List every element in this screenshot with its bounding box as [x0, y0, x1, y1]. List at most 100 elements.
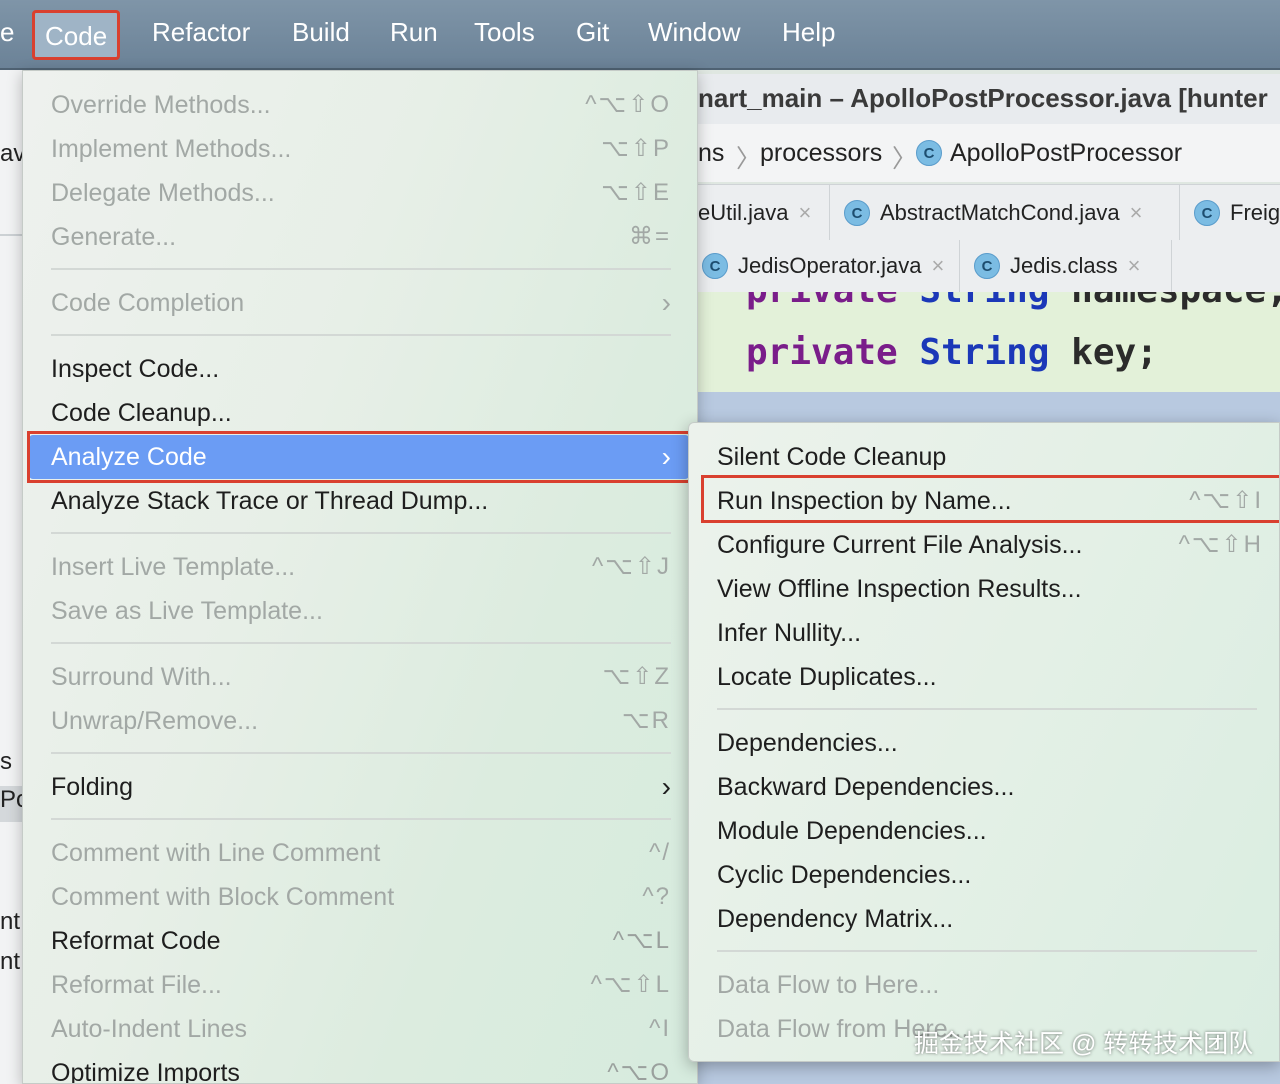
menu-help[interactable]: Help [782, 0, 835, 64]
menu-run[interactable]: Run [390, 0, 438, 64]
submenu-item-module-dependencies[interactable]: Module Dependencies... [697, 809, 1277, 853]
menu-item-reformat-code[interactable]: Reformat Code ^⌥L [29, 919, 689, 963]
shortcut-label: ^⌥⇧J [591, 553, 671, 580]
tab-label: Freig [1230, 200, 1280, 225]
submenu-item-silent-cleanup[interactable]: Silent Code Cleanup [697, 435, 1277, 479]
class-icon: C [974, 253, 1000, 279]
class-icon: C [916, 140, 942, 166]
submenu-item-offline-inspection[interactable]: View Offline Inspection Results... [697, 567, 1277, 611]
menu-item-surround-with[interactable]: Surround With... ⌥⇧Z [29, 655, 689, 699]
submenu-item-cyclic-dependencies[interactable]: Cyclic Dependencies... [697, 853, 1277, 897]
shortcut-label: ^⌥L [612, 927, 671, 954]
shortcut-label: ⌥R [622, 707, 671, 734]
menu-item-comment-block[interactable]: Comment with Block Comment ^? [29, 875, 689, 919]
menu-separator [51, 334, 671, 336]
submenu-item-data-flow-to-here[interactable]: Data Flow to Here... [697, 963, 1277, 1007]
submenu-item-backward-dependencies[interactable]: Backward Dependencies... [697, 765, 1277, 809]
code-line-namespace: private String namespace; [746, 292, 1280, 311]
menu-item-optimize-imports[interactable]: Optimize Imports ^⌥O [29, 1051, 689, 1083]
shortcut-label: ⌥⇧P [601, 135, 671, 162]
panel-text-fragment: s [0, 748, 12, 775]
tab-freig[interactable]: C Freig [1182, 185, 1280, 241]
project-panel-edge: av s Po nt nt [0, 70, 22, 1084]
window-title-text: nart_main – ApolloPostProcessor.java [hu… [698, 83, 1268, 113]
code-menu-dropdown: Override Methods... ^⌥⇧O Implement Metho… [22, 70, 698, 1084]
watermark-text: 掘金技术社区 @ 转转技术团队 [914, 1030, 1254, 1058]
submenu-item-dependencies[interactable]: Dependencies... [697, 721, 1277, 765]
menu-git[interactable]: Git [576, 0, 609, 64]
panel-text-fragment: Po [0, 786, 22, 822]
menu-build[interactable]: Build [292, 0, 350, 64]
menu-item-analyze-stack-trace[interactable]: Analyze Stack Trace or Thread Dump... [29, 479, 689, 523]
tab-eutil[interactable]: eUtil.java × [698, 185, 830, 241]
menu-item-save-live-template[interactable]: Save as Live Template... [29, 589, 689, 633]
shortcut-label: ^? [642, 883, 671, 910]
menu-separator [717, 950, 1257, 952]
tab-label: AbstractMatchCond.java [880, 200, 1120, 225]
code-editor[interactable]: private String namespace; private String… [698, 292, 1280, 392]
breadcrumb-item-ns[interactable]: ns [698, 139, 724, 168]
shortcut-label: ^⌥⇧I [1189, 487, 1263, 514]
menu-item-insert-live-template[interactable]: Insert Live Template... ^⌥⇧J [29, 545, 689, 589]
menu-item-analyze-code[interactable]: Analyze Code › [29, 435, 689, 479]
submenu-item-dependency-matrix[interactable]: Dependency Matrix... [697, 897, 1277, 941]
menu-item-auto-indent[interactable]: Auto-Indent Lines ^I [29, 1007, 689, 1051]
analyze-code-submenu: Silent Code Cleanup Run Inspection by Na… [688, 422, 1280, 1062]
menu-window[interactable]: Window [648, 0, 740, 64]
editor-tab-row-1: eUtil.java × C AbstractMatchCond.java × … [698, 184, 1280, 242]
shortcut-label: ^I [649, 1015, 671, 1042]
divider [0, 234, 22, 236]
menu-item-comment-line[interactable]: Comment with Line Comment ^/ [29, 831, 689, 875]
close-icon[interactable]: × [798, 200, 811, 226]
menu-item-code-completion[interactable]: Code Completion › [29, 281, 689, 325]
menu-separator [51, 532, 671, 534]
close-icon[interactable]: × [1130, 200, 1143, 226]
panel-text-fragment: nt [0, 948, 21, 975]
shortcut-label: ⌥⇧Z [602, 663, 671, 690]
submenu-item-locate-duplicates[interactable]: Locate Duplicates... [697, 655, 1277, 699]
tab-abstractmatchcond[interactable]: C AbstractMatchCond.java × [832, 185, 1180, 241]
menu-separator [717, 708, 1257, 710]
menu-item-code-cleanup[interactable]: Code Cleanup... [29, 391, 689, 435]
menu-item-inspect-code[interactable]: Inspect Code... [29, 347, 689, 391]
chevron-right-icon: › [661, 771, 671, 802]
submenu-item-infer-nullity[interactable]: Infer Nullity... [697, 611, 1277, 655]
menu-item-implement-methods[interactable]: Implement Methods... ⌥⇧P [29, 127, 689, 171]
menu-separator [51, 268, 671, 270]
menu-tools[interactable]: Tools [474, 0, 535, 64]
tab-label: JedisOperator.java [738, 253, 922, 278]
close-icon[interactable]: × [931, 253, 944, 279]
breadcrumb-item-class[interactable]: ApolloPostProcessor [950, 139, 1182, 168]
class-icon: C [702, 253, 728, 279]
menu-refactor[interactable]: Refactor [152, 0, 250, 64]
menu-separator [51, 752, 671, 754]
menu-bar: e Code Refactor Build Run Tools Git Wind… [0, 0, 1280, 70]
class-icon: C [844, 200, 870, 226]
menu-item-folding[interactable]: Folding › [29, 765, 689, 809]
panel-text-fragment: nt [0, 908, 21, 935]
menu-item-generate[interactable]: Generate... ⌘= [29, 215, 689, 259]
tab-jedis-class[interactable]: C Jedis.class × [962, 240, 1172, 292]
submenu-item-configure-file-analysis[interactable]: Configure Current File Analysis... ^⌥⇧H [697, 523, 1277, 567]
menu-item-override-methods[interactable]: Override Methods... ^⌥⇧O [29, 83, 689, 127]
tab-jedisoperator[interactable]: C JedisOperator.java × [698, 240, 960, 292]
shortcut-label: ^⌥⇧L [590, 971, 671, 998]
close-icon[interactable]: × [1128, 253, 1141, 279]
submenu-item-run-inspection-by-name[interactable]: Run Inspection by Name... ^⌥⇧I [697, 479, 1277, 523]
menu-edit-partial[interactable]: e [0, 0, 14, 64]
menu-separator [51, 818, 671, 820]
menu-code[interactable]: Code [32, 10, 121, 60]
menu-item-reformat-file[interactable]: Reformat File... ^⌥⇧L [29, 963, 689, 1007]
shortcut-label: ^/ [649, 839, 671, 866]
chevron-right-icon: › [661, 441, 671, 472]
menu-item-unwrap-remove[interactable]: Unwrap/Remove... ⌥R [29, 699, 689, 743]
menu-item-delegate-methods[interactable]: Delegate Methods... ⌥⇧E [29, 171, 689, 215]
code-line-key: private String key; [746, 332, 1158, 373]
shortcut-label: ^⌥⇧H [1178, 531, 1263, 558]
chevron-right-icon: › [661, 287, 671, 318]
menu-separator [51, 642, 671, 644]
tab-label: eUtil.java [698, 200, 789, 225]
class-icon: C [1194, 200, 1220, 226]
panel-text-fragment: av [0, 140, 22, 167]
breadcrumb-item-processors[interactable]: processors [760, 139, 882, 168]
